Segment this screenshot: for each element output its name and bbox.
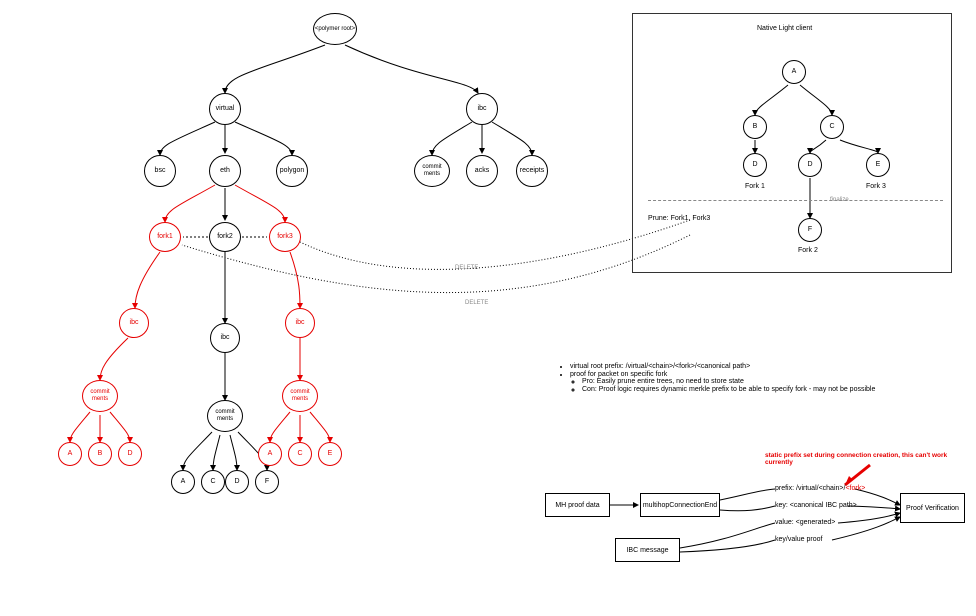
leaf-f2-a: A [171,470,195,494]
node-ibc-receipts: receipts [516,155,548,187]
leaf-f1-a: A [58,442,82,466]
node-ibc-f2: ibc [210,323,240,353]
panel-title: Native Light client [757,25,812,32]
box-mh-proof: MH proof data [545,493,610,517]
notes-block: virtual root prefix: /virtual/<chain>/<f… [558,363,918,394]
label-fork3: Fork 3 [866,183,886,190]
node-commit-f1: commit ments [82,380,118,412]
leaf-f2-c: C [201,470,225,494]
note-pro: Pro: Easily prune entire trees, no need … [582,378,918,385]
panel-node-d2: D [798,153,822,177]
panel-node-b: B [743,115,767,139]
note-prefix: virtual root prefix: /virtual/<chain>/<f… [570,363,918,370]
leaf-f3-a: A [258,442,282,466]
panel-node-f: F [798,218,822,242]
node-ibc-f3: ibc [285,308,315,338]
panel-node-d1: D [743,153,767,177]
node-fork3: fork3 [269,222,301,252]
node-ibc-acks: acks [466,155,498,187]
node-ibc-commit: commit ments [414,155,450,187]
node-polygon: polygon [276,155,308,187]
label-delete-2: DELETE [465,300,488,306]
warning-text: static prefix set during connection crea… [765,452,965,466]
leaf-f2-f: F [255,470,279,494]
node-bsc: bsc [144,155,176,187]
label-kvproof: key/value proof [775,536,822,543]
panel-node-e: E [866,153,890,177]
node-commit-f2: commit ments [207,400,243,432]
label-key: key: <canonical IBC path> [775,502,857,509]
node-commit-f3: commit ments [282,380,318,412]
label-fork1: Fork 1 [745,183,765,190]
panel-node-c: C [820,115,844,139]
light-client-panel [632,13,952,273]
box-ibc-message: IBC message [615,538,680,562]
finalize-divider [648,200,943,201]
node-eth: eth [209,155,241,187]
label-value: value: <generated> [775,519,835,526]
label-delete-1: DELETE [455,265,478,271]
leaf-f2-d: D [225,470,249,494]
leaf-f3-c: C [288,442,312,466]
box-proof-verify: Proof Verification [900,493,965,523]
node-polymer-root: <polymer root> [313,13,357,45]
note-con: Con: Proof logic requires dynamic merkle… [582,386,918,393]
leaf-f1-b: B [88,442,112,466]
node-fork2: fork2 [209,222,241,252]
label-prefix: prefix: /virtual/<chain>/<fork> [775,485,865,492]
node-ibc-top: ibc [466,93,498,125]
label-prune: Prune: Fork1, Fork3 [648,215,710,222]
leaf-f3-e: E [318,442,342,466]
panel-node-a: A [782,60,806,84]
leaf-f1-d: D [118,442,142,466]
note-proof: proof for packet on specific fork Pro: E… [570,371,918,393]
node-ibc-f1: ibc [119,308,149,338]
box-multihop: multihopConnectionEnd [640,493,720,517]
diagram-canvas: <polymer root> virtual ibc bsc eth polyg… [0,0,976,616]
node-fork1: fork1 [149,222,181,252]
label-fork2: Fork 2 [798,247,818,254]
node-virtual: virtual [209,93,241,125]
